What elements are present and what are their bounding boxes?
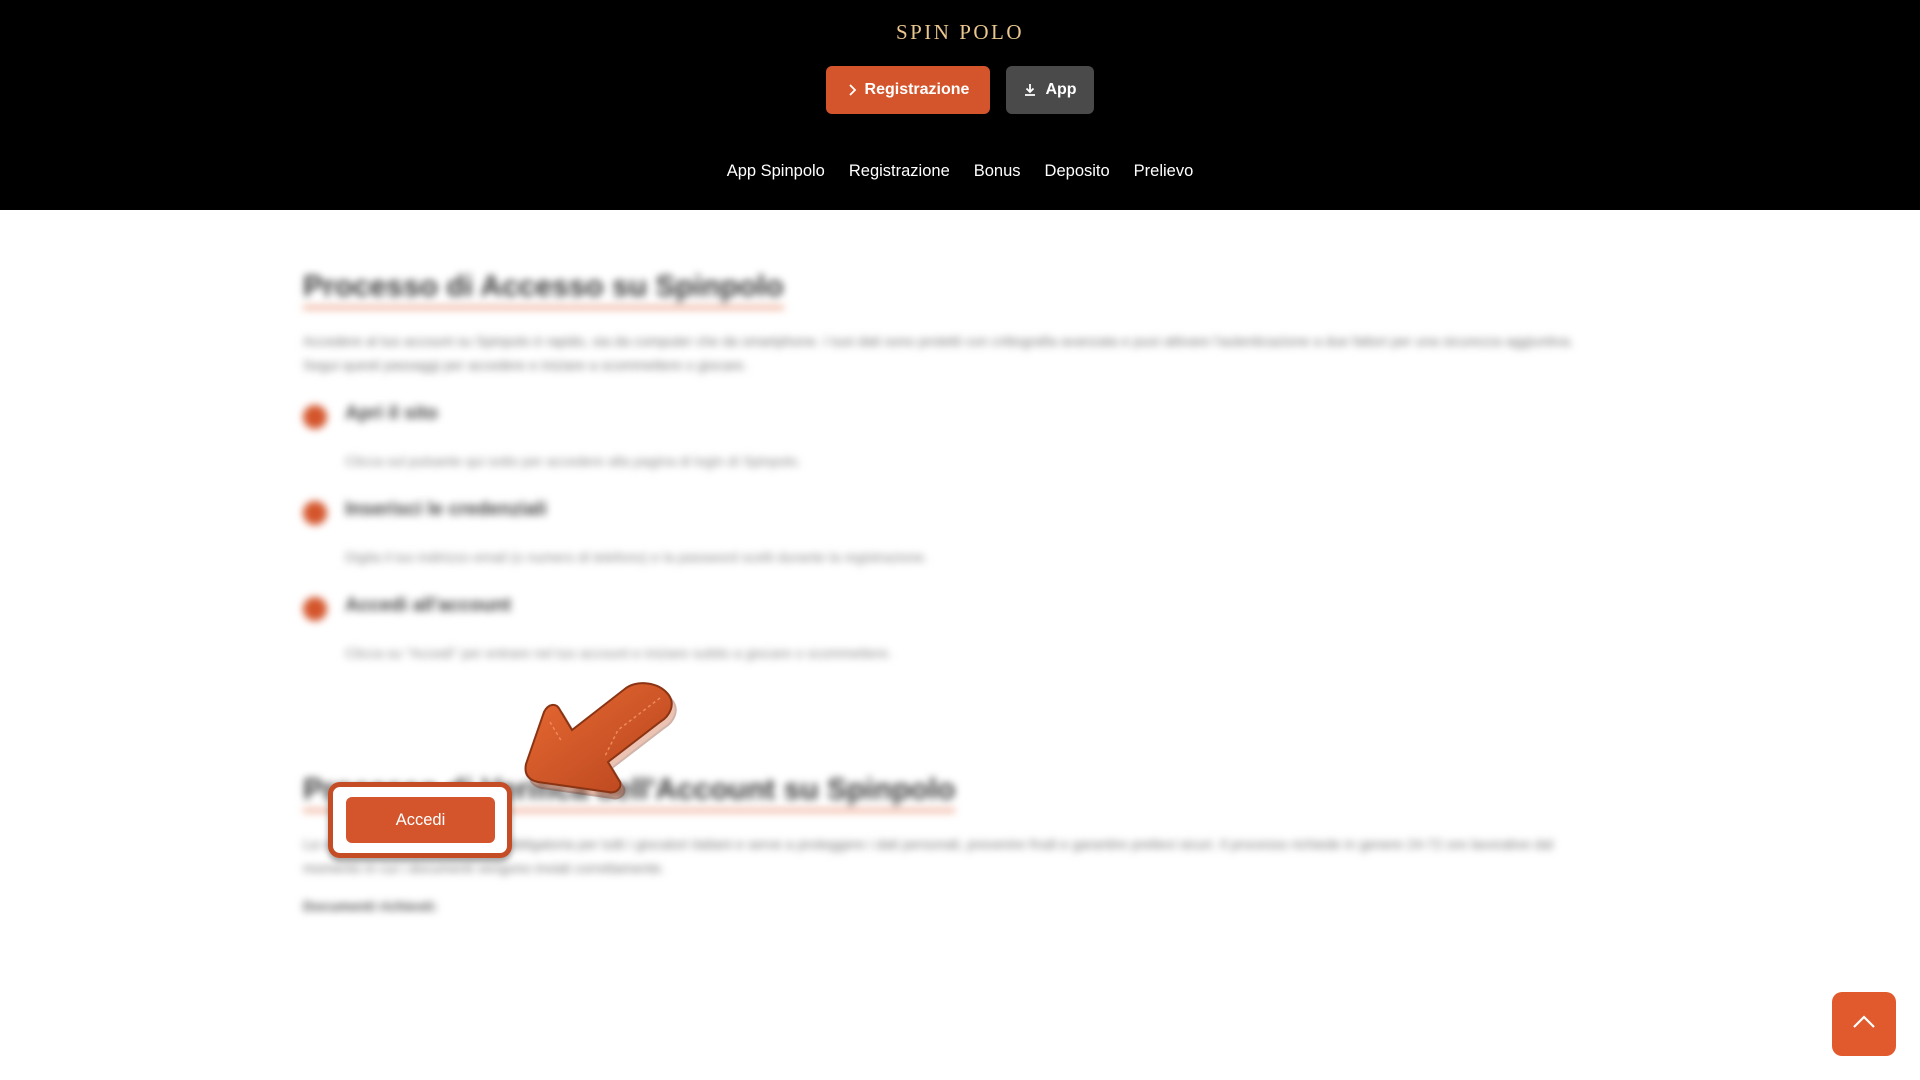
- header-buttons: Registrazione App: [826, 66, 1094, 114]
- step-bullet-icon: [303, 405, 327, 429]
- login-section-heading: Processo di Accesso su Spinpolo: [303, 270, 784, 309]
- download-icon: [1023, 83, 1037, 97]
- register-button[interactable]: Registrazione: [826, 66, 990, 114]
- step-title: Apri il sito: [345, 403, 438, 424]
- step-bullet-icon: [303, 501, 327, 525]
- login-section-intro: Accedere al tuo account su Spinpolo è ra…: [303, 333, 1574, 373]
- login-button[interactable]: Accedi: [346, 797, 495, 843]
- step-item: Accedi all'account Clicca su "Accedi" pe…: [303, 595, 1603, 665]
- chevron-right-icon: [847, 84, 857, 96]
- documents-subheading: Documenti richiesti:: [303, 898, 438, 914]
- login-cta-highlight: Accedi: [328, 782, 512, 858]
- cta-spacer: [303, 665, 1603, 773]
- site-header: SPIN POLO Registrazione App App Spinpolo…: [0, 0, 1920, 210]
- step-item: Inserisci le credenziali Digita il tuo i…: [303, 499, 1603, 569]
- step-description: Clicca su "Accedi" per entrare nel tuo a…: [345, 645, 892, 661]
- step-item: Apri il sito Clicca sul pulsante qui sot…: [303, 403, 1603, 473]
- nav-item-bonus[interactable]: Bonus: [974, 162, 1021, 181]
- app-button[interactable]: App: [1006, 66, 1094, 114]
- step-description: Clicca sul pulsante qui sotto per accede…: [345, 453, 802, 469]
- site-logo[interactable]: SPIN POLO: [0, 20, 1920, 45]
- register-button-label: Registrazione: [864, 81, 970, 98]
- nav-item-prelievo[interactable]: Prelievo: [1134, 162, 1194, 181]
- step-description: Digita il tuo indirizzo email (o numero …: [345, 549, 928, 565]
- chevron-up-icon: [1852, 1014, 1876, 1034]
- step-bullet-icon: [303, 597, 327, 621]
- nav-item-registrazione[interactable]: Registrazione: [849, 162, 950, 181]
- scroll-to-top-button[interactable]: [1832, 992, 1896, 1056]
- nav-item-app-spinpolo[interactable]: App Spinpolo: [727, 162, 825, 181]
- pointer-arrow-icon: [510, 670, 690, 825]
- step-title: Inserisci le credenziali: [345, 499, 547, 520]
- app-button-label: App: [1045, 81, 1077, 98]
- nav-item-deposito[interactable]: Deposito: [1045, 162, 1110, 181]
- main-nav: App Spinpolo Registrazione Bonus Deposit…: [0, 162, 1920, 181]
- step-title: Accedi all'account: [345, 595, 512, 616]
